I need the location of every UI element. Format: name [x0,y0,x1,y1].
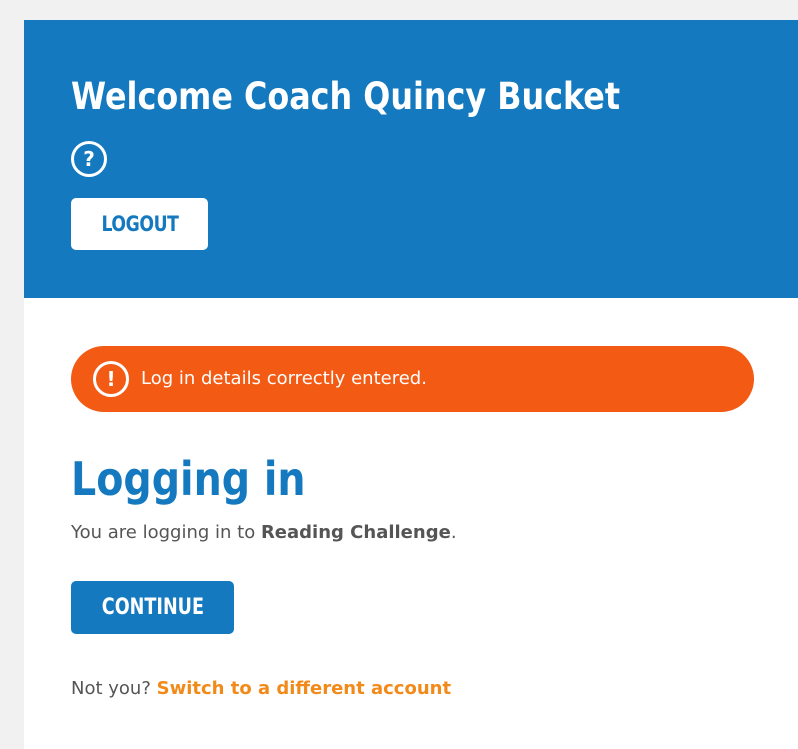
page-container: Welcome Coach Quincy Bucket ? LOGOUT ! L… [24,20,798,749]
switch-account-link[interactable]: Switch to a different account [157,678,451,699]
intro-prefix: You are logging in to [71,522,261,543]
app-name: Reading Challenge [260,522,451,543]
logout-button-label: LOGOUT [100,212,179,236]
welcome-header: Welcome Coach Quincy Bucket ? LOGOUT [24,20,798,298]
help-icon[interactable]: ? [71,141,107,177]
intro-suffix: . [450,522,457,543]
continue-button[interactable]: CONTINUE [71,581,234,634]
continue-button-label: CONTINUE [101,595,204,620]
logout-button[interactable]: LOGOUT [71,198,208,250]
exclamation-circle-icon: ! [93,361,129,397]
not-you-text: Not you? [71,678,157,699]
page-title: Logging in [71,452,306,506]
alert-message: Log in details correctly entered. [141,368,427,389]
login-intro-text: You are logging in to Reading Challenge. [71,521,457,545]
switch-account-line: Not you? Switch to a different account [71,677,451,701]
welcome-title: Welcome Coach Quincy Bucket [71,75,621,118]
status-alert: ! Log in details correctly entered. [71,346,754,412]
